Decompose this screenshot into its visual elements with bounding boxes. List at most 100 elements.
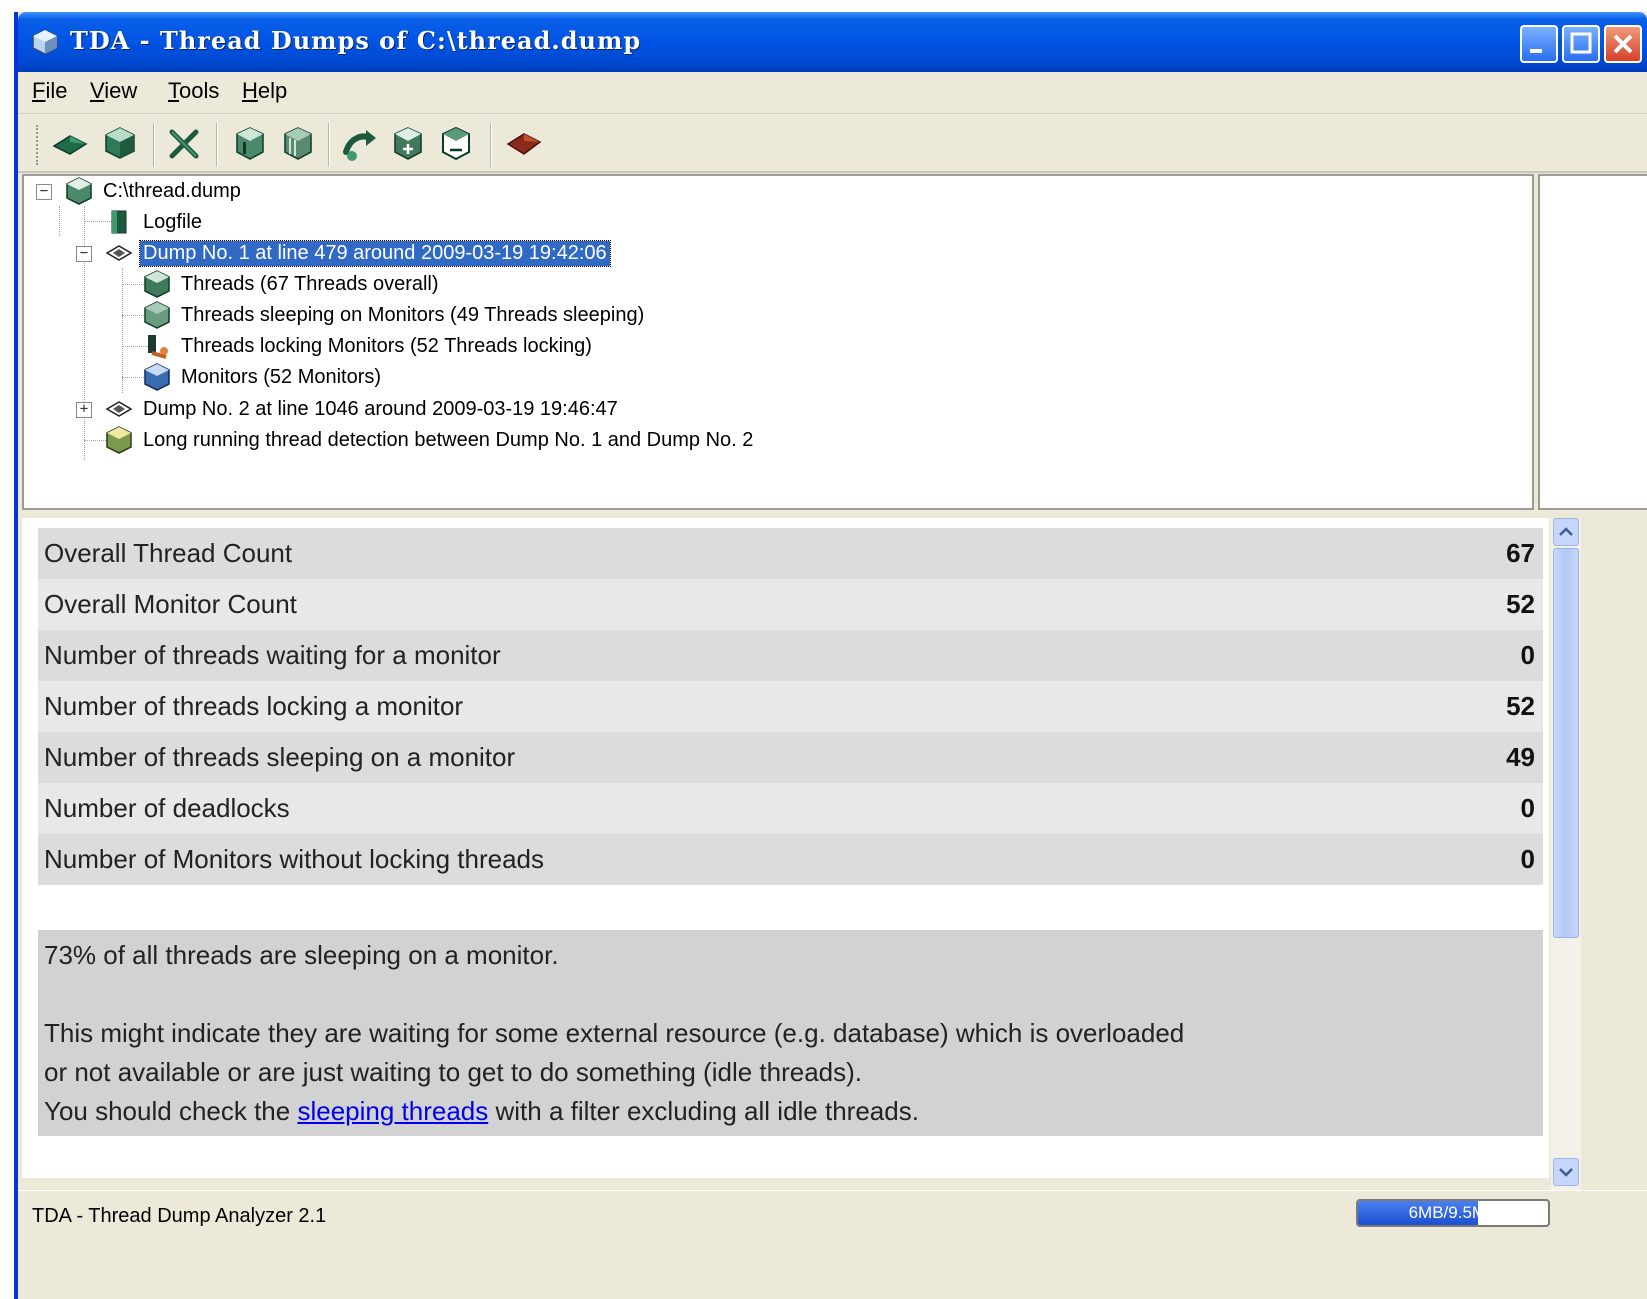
advice-headline: 73% of all threads are sleeping on a mon…: [44, 940, 559, 970]
monitors-icon: [144, 363, 170, 391]
tree-node-monitors[interactable]: Monitors (52 Monitors): [142, 362, 384, 392]
chevron-down-icon: [1559, 1168, 1573, 1177]
tree-label-sleeping: Threads sleeping on Monitors (49 Threads…: [181, 303, 645, 326]
stat-row: Overall Monitor Count 52: [38, 579, 1543, 630]
collapse-all-icon[interactable]: [436, 124, 476, 164]
tree-label-monitors: Monitors (52 Monitors): [181, 365, 382, 388]
maximize-icon: [1570, 32, 1592, 54]
toolbar-separator: [490, 123, 492, 167]
help-icon[interactable]: [504, 124, 544, 164]
title-bar[interactable]: TDA - Thread Dumps of C:\thread.dump: [18, 12, 1647, 72]
close-window-icon: [1613, 34, 1633, 54]
status-bar: TDA - Thread Dump Analyzer 2.1 6MB/9.5MB: [18, 1190, 1647, 1250]
toolbar-separator: [328, 123, 330, 167]
minimize-icon: [1530, 49, 1542, 53]
dump-file-icon: [66, 177, 92, 205]
minimize-button[interactable]: [1520, 25, 1558, 63]
tree-node-root[interactable]: C:\thread.dump: [64, 176, 244, 206]
stat-row: Number of deadlocks 0: [38, 783, 1543, 834]
menu-bar: File View Tools Help: [18, 72, 1647, 114]
dump-icon: [105, 401, 133, 417]
open-dump-icon[interactable]: [50, 124, 90, 164]
stat-row: Number of threads locking a monitor 52: [38, 681, 1543, 732]
menu-tools[interactable]: Tools: [168, 78, 219, 104]
dump-icon: [105, 245, 133, 261]
stat-row: Number of threads waiting for a monitor …: [38, 630, 1543, 681]
main-window: TDA - Thread Dumps of C:\thread.dump Fil…: [14, 12, 1647, 1299]
dump-tree[interactable]: − − + C:\thread.dump Logfile Dump No. 1 …: [22, 174, 1534, 510]
stat-label: Number of deadlocks: [44, 793, 290, 823]
tree-node-long-running[interactable]: Long running thread detection between Du…: [104, 425, 756, 455]
stat-value: 49: [1506, 742, 1535, 772]
stat-label: Number of threads locking a monitor: [44, 691, 464, 721]
sleeping-threads-icon: [144, 301, 170, 329]
scroll-down-button[interactable]: [1553, 1158, 1579, 1186]
analysis-advice: 73% of all threads are sleeping on a mon…: [38, 930, 1543, 1136]
tree-node-sleeping[interactable]: Threads sleeping on Monitors (49 Threads…: [142, 300, 647, 330]
toolbar-separator: [153, 123, 155, 167]
maximize-button[interactable]: [1562, 25, 1600, 63]
content-scrollbar[interactable]: [1551, 518, 1581, 1190]
long-running-icon: [106, 426, 132, 454]
tree-line: [59, 206, 60, 236]
stat-label: Number of threads waiting for a monitor: [44, 640, 501, 670]
menu-help[interactable]: Help: [242, 78, 287, 104]
locking-threads-icon: [148, 335, 168, 359]
tree-label-dump2: Dump No. 2 at line 1046 around 2009-03-1…: [143, 397, 618, 420]
tree-line: [122, 268, 123, 393]
chevron-up-icon: [1559, 527, 1573, 536]
stat-row: Number of Monitors without locking threa…: [38, 834, 1543, 885]
categories-icon[interactable]: [278, 124, 318, 164]
menu-file[interactable]: File: [32, 78, 67, 104]
advice-line-3-prefix: You should check the: [44, 1096, 298, 1126]
close-window-button[interactable]: [1604, 25, 1642, 63]
stat-label: Number of Monitors without locking threa…: [44, 844, 545, 874]
status-text: TDA - Thread Dump Analyzer 2.1: [32, 1205, 327, 1227]
filters-icon[interactable]: [230, 124, 270, 164]
sleeping-threads-link[interactable]: sleeping threads: [297, 1096, 488, 1126]
dump-info-panel: Overall Thread Count 67 Overall Monitor …: [22, 518, 1549, 1178]
scroll-up-button[interactable]: [1553, 518, 1579, 546]
memory-status-bar[interactable]: 6MB/9.5MB: [1356, 1199, 1550, 1227]
toolbar-separator: [216, 123, 218, 167]
expand-dump2-toggle[interactable]: +: [76, 402, 92, 418]
scroll-thumb[interactable]: [1553, 548, 1579, 938]
tree-side-panel: [1538, 174, 1647, 510]
threads-icon: [144, 270, 170, 298]
memory-text: 6MB/9.5MB: [1408, 1203, 1498, 1222]
tree-node-locking[interactable]: Threads locking Monitors (52 Threads loc…: [142, 331, 595, 361]
logfile-icon: [111, 210, 127, 234]
stat-value: 0: [1520, 844, 1535, 874]
tree-label-threads: Threads (67 Threads overall): [181, 272, 439, 295]
tree-label-root: C:\thread.dump: [103, 179, 241, 202]
tree-label-long-running: Long running thread detection between Du…: [143, 428, 754, 451]
stat-row: Number of threads sleeping on a monitor …: [38, 732, 1543, 783]
find-long-running-icon[interactable]: [340, 124, 380, 164]
advice-line-3-suffix: with a filter excluding all idle threads…: [488, 1096, 919, 1126]
toolbar-grip[interactable]: [36, 125, 40, 165]
split-pane-divider[interactable]: [22, 510, 1647, 518]
tree-node-threads[interactable]: Threads (67 Threads overall): [142, 269, 442, 299]
stat-value: 52: [1506, 691, 1535, 721]
toolbar: [18, 115, 1647, 173]
tree-label-locking: Threads locking Monitors (52 Threads loc…: [181, 334, 592, 357]
advice-line-3: You should check the sleeping threads wi…: [44, 1096, 919, 1127]
stat-label: Number of threads sleeping on a monitor: [44, 742, 516, 772]
expand-all-icon[interactable]: [388, 124, 428, 164]
close-icon[interactable]: [164, 124, 204, 164]
tree-label-logfile: Logfile: [143, 210, 202, 233]
tree-node-logfile[interactable]: Logfile: [104, 207, 205, 237]
open-logfile-icon[interactable]: [100, 124, 140, 164]
advice-line-1: This might indicate they are waiting for…: [44, 1018, 1185, 1048]
stat-row: Overall Thread Count 67: [38, 528, 1543, 579]
tree-node-dump2[interactable]: Dump No. 2 at line 1046 around 2009-03-1…: [104, 394, 621, 424]
stat-label: Overall Monitor Count: [44, 589, 297, 619]
menu-view[interactable]: View: [90, 78, 137, 104]
tree-node-dump1[interactable]: Dump No. 1 at line 479 around 2009-03-19…: [104, 238, 611, 268]
collapse-root-toggle[interactable]: −: [36, 184, 52, 200]
window-title: TDA - Thread Dumps of C:\thread.dump: [70, 26, 642, 55]
stat-value: 52: [1506, 589, 1535, 619]
app-icon: [32, 29, 58, 55]
advice-line-2: or not available or are just waiting to …: [44, 1057, 863, 1087]
collapse-dump1-toggle[interactable]: −: [76, 246, 92, 262]
